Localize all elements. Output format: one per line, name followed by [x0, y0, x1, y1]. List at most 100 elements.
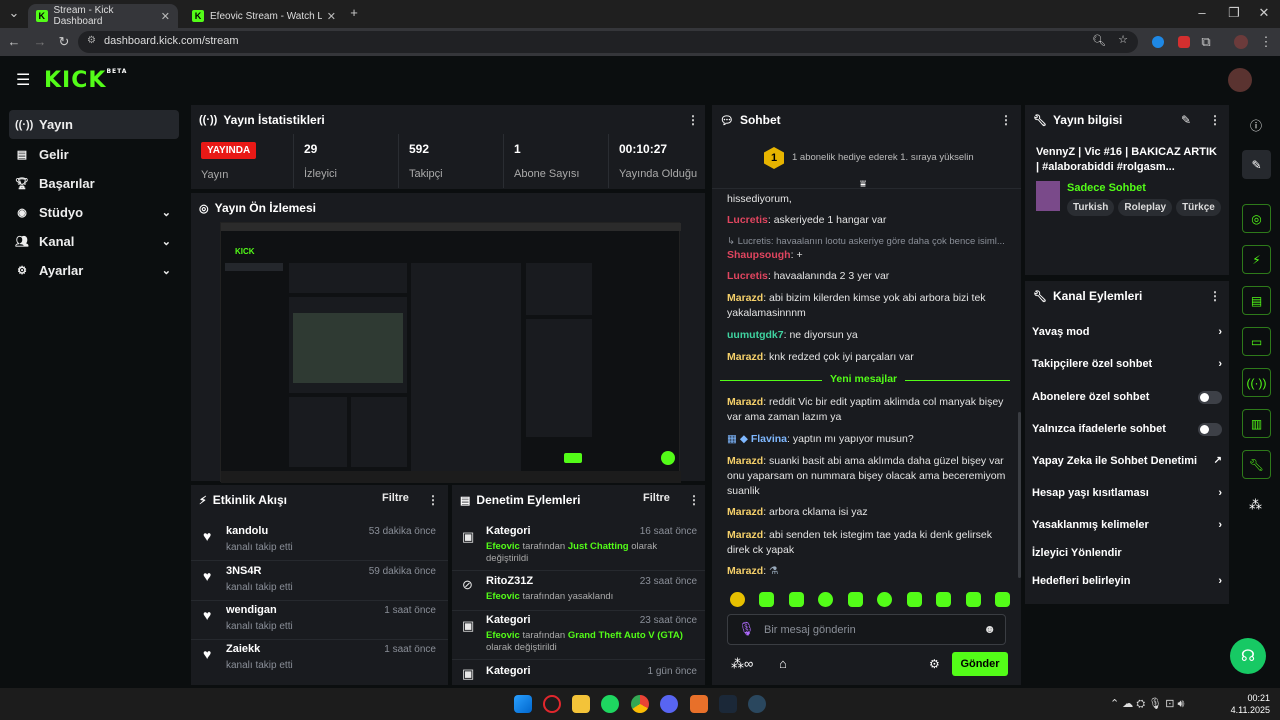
activity-user[interactable]: kandolu	[226, 525, 268, 537]
zoom-icon[interactable]: 🔍︎	[1092, 34, 1106, 47]
chat-username[interactable]: Lucretis	[727, 270, 768, 282]
send-button[interactable]: Gönder	[952, 652, 1008, 676]
emote-icon[interactable]	[877, 592, 893, 607]
chat-username[interactable]: Marazd	[727, 396, 763, 408]
action-redirect-viewers[interactable]: İzleyici Yönlendir	[1032, 547, 1222, 559]
profile-avatar[interactable]	[1234, 35, 1248, 49]
steam-icon[interactable]	[748, 695, 766, 713]
more-options-icon[interactable]: ⋮	[1000, 113, 1012, 127]
sidebar-item-kanal[interactable]: 👥︎ Kanal ⌄	[9, 227, 179, 256]
chat-settings-gear-icon[interactable]: ⚙	[929, 657, 940, 671]
app-icon[interactable]	[719, 695, 737, 713]
chat-username[interactable]: Marazd	[727, 292, 763, 304]
chat-username[interactable]: Marazd	[727, 351, 763, 363]
action-ai-moderation[interactable]: Yapay Zeka ile Sohbet Denetimi ↗	[1032, 455, 1222, 467]
close-tab-icon[interactable]: ✕	[327, 10, 336, 23]
rail-stats-button[interactable]: ((·))	[1242, 368, 1271, 397]
sidebar-item-gelir[interactable]: ▤ Gelir	[9, 140, 179, 169]
spotify-icon[interactable]	[601, 695, 619, 713]
microphone-icon[interactable]: 🎙︎	[738, 621, 755, 637]
store-icon[interactable]: ⌂	[779, 656, 787, 671]
hamburger-menu-icon[interactable]: ☰	[16, 70, 30, 90]
activity-user[interactable]: 3NS4R	[226, 565, 261, 577]
rail-layout-button[interactable]: ▥	[1242, 409, 1271, 438]
community-icon[interactable]: ⁂∞	[731, 656, 753, 672]
more-options-icon[interactable]: ⋮	[688, 493, 700, 507]
extension-icon[interactable]	[1152, 36, 1164, 48]
emote-icon[interactable]	[847, 592, 863, 607]
discord-icon[interactable]	[660, 695, 678, 713]
more-options-icon[interactable]: ⋮	[1209, 289, 1221, 303]
emoji-icon[interactable]: ☻	[983, 622, 996, 636]
close-window-icon[interactable]: ✕	[1256, 5, 1272, 21]
tab-efeovic-stream[interactable]: K Efeovic Stream - Watch Live on ✕	[184, 4, 344, 28]
extension-icon[interactable]	[1178, 36, 1190, 48]
edit-stream-info-button[interactable]: ✎	[1242, 150, 1271, 179]
more-options-icon[interactable]: ⋮	[427, 493, 439, 507]
minimize-icon[interactable]: –	[1194, 5, 1210, 21]
emote-icon[interactable]	[994, 592, 1010, 607]
tag[interactable]: Roleplay	[1118, 199, 1173, 216]
forward-icon[interactable]: →	[32, 34, 48, 50]
category-thumbnail[interactable]	[1036, 181, 1060, 211]
emote-icon[interactable]	[936, 592, 952, 607]
reload-icon[interactable]: ↻	[56, 34, 72, 50]
activity-user[interactable]: Zaiekk	[226, 643, 260, 655]
opera-icon[interactable]	[543, 695, 561, 713]
user-avatar[interactable]	[1228, 68, 1252, 92]
rail-chat-button[interactable]: ▭	[1242, 327, 1271, 356]
file-explorer-icon[interactable]	[572, 695, 590, 713]
pin-icon[interactable]: ⩸	[860, 179, 866, 190]
rail-activity-button[interactable]: ⚡︎	[1242, 245, 1271, 274]
app-icon[interactable]	[690, 695, 708, 713]
browser-menu-icon[interactable]: ⋮	[1258, 34, 1274, 50]
tray-icons[interactable]: ⌃ ☁ ⛭ 🎙︎ ⊡ 🔊︎	[1110, 697, 1184, 711]
chat-username[interactable]: Marazd	[727, 529, 763, 541]
chat-username[interactable]: Marazd	[727, 506, 763, 518]
kick-logo[interactable]: KICKBETA	[44, 68, 127, 93]
emote-icon[interactable]	[965, 592, 981, 607]
info-icon[interactable]: ⓘ	[1250, 117, 1262, 134]
tab-kick-dashboard[interactable]: K Stream - Kick Dashboard ✕	[28, 4, 178, 28]
edit-pencil-icon[interactable]: ✎	[1181, 113, 1191, 127]
chat-scrollbar[interactable]	[1018, 412, 1021, 578]
bookmark-star-icon[interactable]: ☆	[1118, 33, 1128, 46]
action-slow-mode[interactable]: Yavaş mod ›	[1032, 326, 1222, 338]
chrome-icon[interactable]	[631, 695, 649, 713]
more-options-icon[interactable]: ⋮	[687, 113, 699, 127]
rail-preview-button[interactable]: ◎	[1242, 204, 1271, 233]
emote-icon[interactable]	[759, 592, 775, 607]
emote-icon[interactable]	[906, 592, 922, 607]
emotes-only-toggle[interactable]	[1198, 423, 1222, 436]
sidebar-item-ayarlar[interactable]: ⚙ Ayarlar ⌄	[9, 256, 179, 285]
sub-gift-banner[interactable]: 1 1 abonelik hediye ederek 1. sıraya yük…	[712, 137, 1021, 190]
stream-preview-video[interactable]: KICK	[220, 222, 681, 483]
new-messages-label[interactable]: Yeni mesajlar	[822, 373, 906, 385]
rail-moderation-button[interactable]: ▤	[1242, 286, 1271, 315]
tab-search-icon[interactable]: ⌄	[6, 5, 22, 21]
chat-username[interactable]: Flavina	[751, 433, 787, 445]
action-account-age[interactable]: Hesap yaşı kısıtlaması ›	[1032, 487, 1222, 499]
close-tab-icon[interactable]: ✕	[161, 10, 170, 23]
chat-input[interactable]: 🎙︎ Bir mesaj gönderin ☻	[727, 614, 1006, 645]
chat-username[interactable]: Marazd	[727, 565, 763, 577]
chat-username[interactable]: uumutgdk7	[727, 329, 784, 341]
filter-button[interactable]: Filtre	[643, 492, 670, 504]
tag[interactable]: Türkçe	[1176, 199, 1221, 216]
more-options-icon[interactable]: ⋮	[1209, 113, 1221, 127]
chat-username[interactable]: Shaupsough	[727, 249, 791, 261]
back-icon[interactable]: ←	[6, 34, 22, 50]
action-banned-words[interactable]: Yasaklanmış kelimeler ›	[1032, 519, 1222, 531]
tag[interactable]: Turkish	[1067, 199, 1115, 216]
community-icon[interactable]: ⁂	[1249, 497, 1262, 513]
sidebar-item-studyo[interactable]: ◉ Stüdyo ⌄	[9, 198, 179, 227]
filter-button[interactable]: Filtre	[382, 492, 409, 504]
maximize-icon[interactable]: ❐	[1226, 5, 1242, 21]
action-set-goals[interactable]: Hedefleri belirleyin ›	[1032, 575, 1222, 587]
emote-icon[interactable]	[730, 592, 745, 607]
site-info-icon[interactable]: ⚙	[87, 35, 96, 46]
support-chat-button[interactable]: ☊	[1230, 638, 1266, 674]
windows-start-icon[interactable]	[514, 695, 532, 713]
action-followers-only[interactable]: Takipçilere özel sohbet ›	[1032, 358, 1222, 370]
activity-user[interactable]: wendigan	[226, 604, 277, 616]
